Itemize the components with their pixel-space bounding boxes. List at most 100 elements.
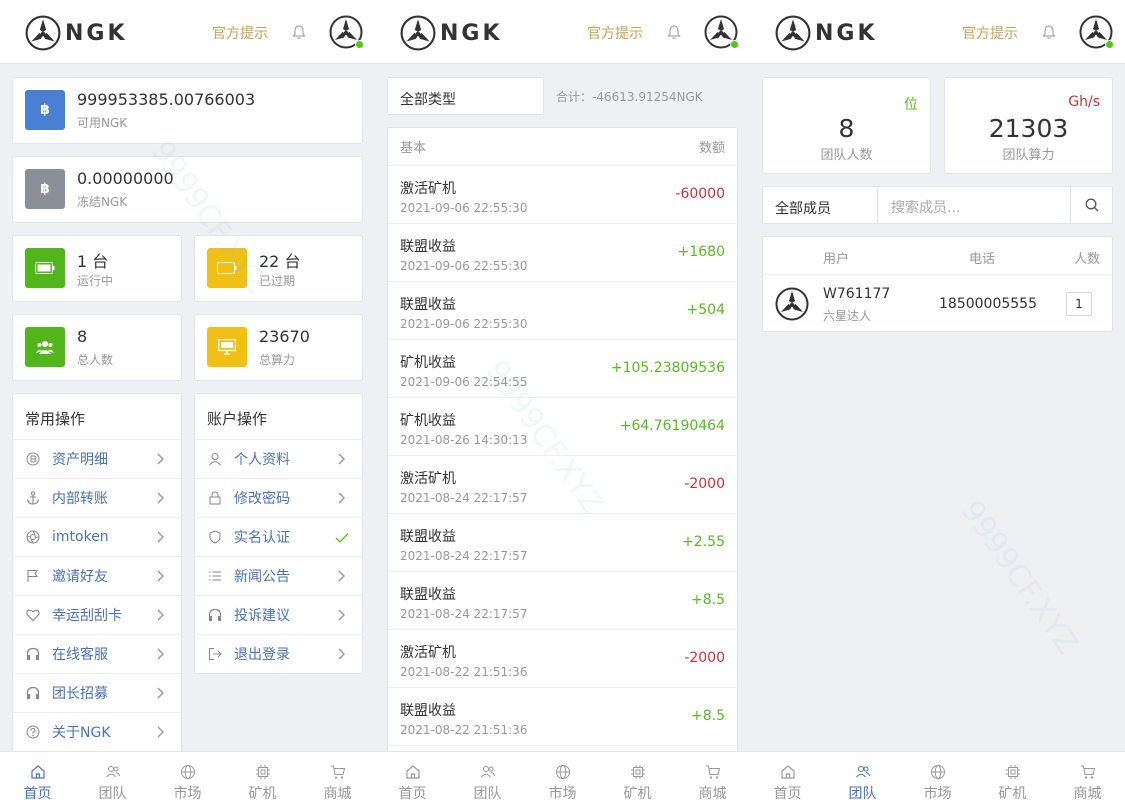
tab-bar: 首页 团队 市场 矿机 商城 [0,751,375,812]
menu-label: 邀请好友 [52,569,108,585]
tab-miner[interactable]: 矿机 [225,752,300,812]
tab-team[interactable]: 团队 [75,752,150,812]
ledger-row-title: 联盟收益 [400,297,456,313]
tab-shop[interactable]: 商城 [300,752,375,812]
tab-shop[interactable]: 商城 [675,752,750,812]
tab-label: 首页 [398,786,427,802]
globe-icon [930,765,945,779]
ledger-row-date: 2021-09-06 22:55:30 [400,259,528,273]
ledger-row[interactable]: 激活矿机 2021-08-22 21:51:36 -2000 [388,630,737,688]
ledger-row[interactable]: 矿机收益 2021-08-26 14:30:13 +64.76190464 [388,398,737,456]
menu-news[interactable]: 新闻公告 [195,556,362,595]
tab-team[interactable]: 团队 [825,752,900,812]
member-filter-select[interactable]: 全部成员 [763,187,878,223]
search-button[interactable] [1070,187,1112,223]
ledger-row[interactable]: 激活矿机 2021-08-24 22:17:57 -2000 [388,456,737,514]
type-filter-select[interactable]: 全部类型 [387,77,544,115]
menu-real-name-auth[interactable]: 实名认证 [195,517,362,556]
menu-profile[interactable]: 个人资料 [195,439,362,478]
tab-home[interactable]: 首页 [375,752,450,812]
power-value: 23670 [259,327,310,346]
bell-icon[interactable] [291,24,307,40]
tab-home[interactable]: 首页 [750,752,825,812]
tab-market[interactable]: 市场 [525,752,600,812]
menu-feedback[interactable]: 投诉建议 [195,595,362,634]
ngk-logo-icon [25,15,61,51]
tab-label: 商城 [323,786,352,802]
official-hint-link[interactable]: 官方提示 [587,23,643,43]
ledger-row-date: 2021-09-06 22:55:30 [400,317,528,331]
search-icon [1085,198,1098,212]
ledger-row-title: 激活矿机 [400,645,456,661]
ledger-row-title: 联盟收益 [400,529,456,545]
frozen-balance-card[interactable]: ฿ 0.00000000 冻结NGK [12,156,363,223]
menu-about[interactable]: 关于NGK [13,712,181,751]
header: NGK 官方提示 [750,0,1125,64]
available-balance-card[interactable]: ฿ 999953385.00766003 可用NGK [12,77,363,144]
tab-home[interactable]: 首页 [0,752,75,812]
tab-miner[interactable]: 矿机 [600,752,675,812]
bell-icon[interactable] [1041,24,1057,40]
official-hint-link[interactable]: 官方提示 [212,23,268,43]
coin-icon [25,451,41,467]
members-unit: 位 [904,97,918,113]
tab-label: 商城 [698,786,727,802]
tab-label: 市场 [548,786,577,802]
member-row[interactable]: W761177 六星达人 18500005555 1 [763,275,1112,332]
online-dot [730,40,739,49]
people-card[interactable]: 8 总人数 [12,314,182,381]
chip-icon [630,765,645,779]
member-count-badge[interactable]: 1 [1066,292,1092,316]
available-value: 999953385.00766003 [77,90,256,109]
running-value: 1 台 [77,252,109,271]
ledger-row[interactable]: 联盟收益 2021-08-24 22:17:57 +8.5 [388,572,737,630]
menu-internal-transfer[interactable]: 内部转账 [13,478,181,517]
menu-asset-details[interactable]: 资产明细 [13,439,181,478]
logo[interactable]: NGK [25,15,128,51]
menu-label: 幸运刮刮卡 [52,608,122,624]
menu-label: 资产明细 [52,452,108,468]
running-card[interactable]: 1 台 运行中 [12,235,182,302]
menu-imtoken[interactable]: imtoken [13,517,181,556]
official-hint-link[interactable]: 官方提示 [962,23,1018,43]
ledger-row[interactable]: 联盟收益 2021-08-22 21:51:36 +8.5 [388,688,737,746]
ledger-row[interactable]: 矿机收益 2021-09-06 22:54:55 +105.23809536 [388,340,737,398]
menu-change-password[interactable]: 修改密码 [195,478,362,517]
ledger-row[interactable]: 联盟收益 2021-08-24 22:17:57 +2.55 [388,514,737,572]
menu-label: 团长招募 [52,686,108,702]
col-phone: 电话 [969,252,996,267]
chip-icon [1005,765,1020,779]
ledger-row[interactable]: 激活矿机 2021-09-06 22:55:30 -60000 [388,166,737,224]
members-value: 8 [838,114,855,143]
ledger-row[interactable]: 联盟收益 2021-09-06 22:55:30 +504 [388,282,737,340]
expired-card[interactable]: 22 台 已过期 [194,235,363,302]
bell-icon[interactable] [666,24,682,40]
ledger-row-amount: +504 [686,302,725,318]
avatar[interactable] [704,15,739,49]
tab-miner[interactable]: 矿机 [975,752,1050,812]
tab-label: 首页 [773,786,802,802]
menu-label: 退出登录 [234,647,290,663]
logo[interactable]: NGK [775,15,878,51]
avatar[interactable] [329,15,364,49]
bitcoin-icon: ฿ [25,90,65,130]
ledger-row[interactable]: 联盟收益 2021-09-06 22:55:30 +1680 [388,224,737,282]
menu-logout[interactable]: 退出登录 [195,634,362,673]
power-card[interactable]: 23670 总算力 [194,314,363,381]
menu-invite-friends[interactable]: 邀请好友 [13,556,181,595]
tab-market[interactable]: 市场 [150,752,225,812]
tab-shop[interactable]: 商城 [1050,752,1125,812]
ledger-row-date: 2021-08-24 22:17:57 [400,607,528,621]
avatar[interactable] [1079,15,1114,49]
battery-full-icon [25,248,65,288]
tab-team[interactable]: 团队 [450,752,525,812]
menu-leader-recruit[interactable]: 团长招募 [13,673,181,712]
tab-market[interactable]: 市场 [900,752,975,812]
tab-label: 团队 [848,786,877,802]
chevron-right-icon [336,569,346,583]
member-level: 六星达人 [823,309,872,323]
menu-online-service[interactable]: 在线客服 [13,634,181,673]
menu-lucky-scratch[interactable]: 幸运刮刮卡 [13,595,181,634]
member-search-input[interactable]: 搜索成员... [891,197,960,217]
logo[interactable]: NGK [400,15,503,51]
